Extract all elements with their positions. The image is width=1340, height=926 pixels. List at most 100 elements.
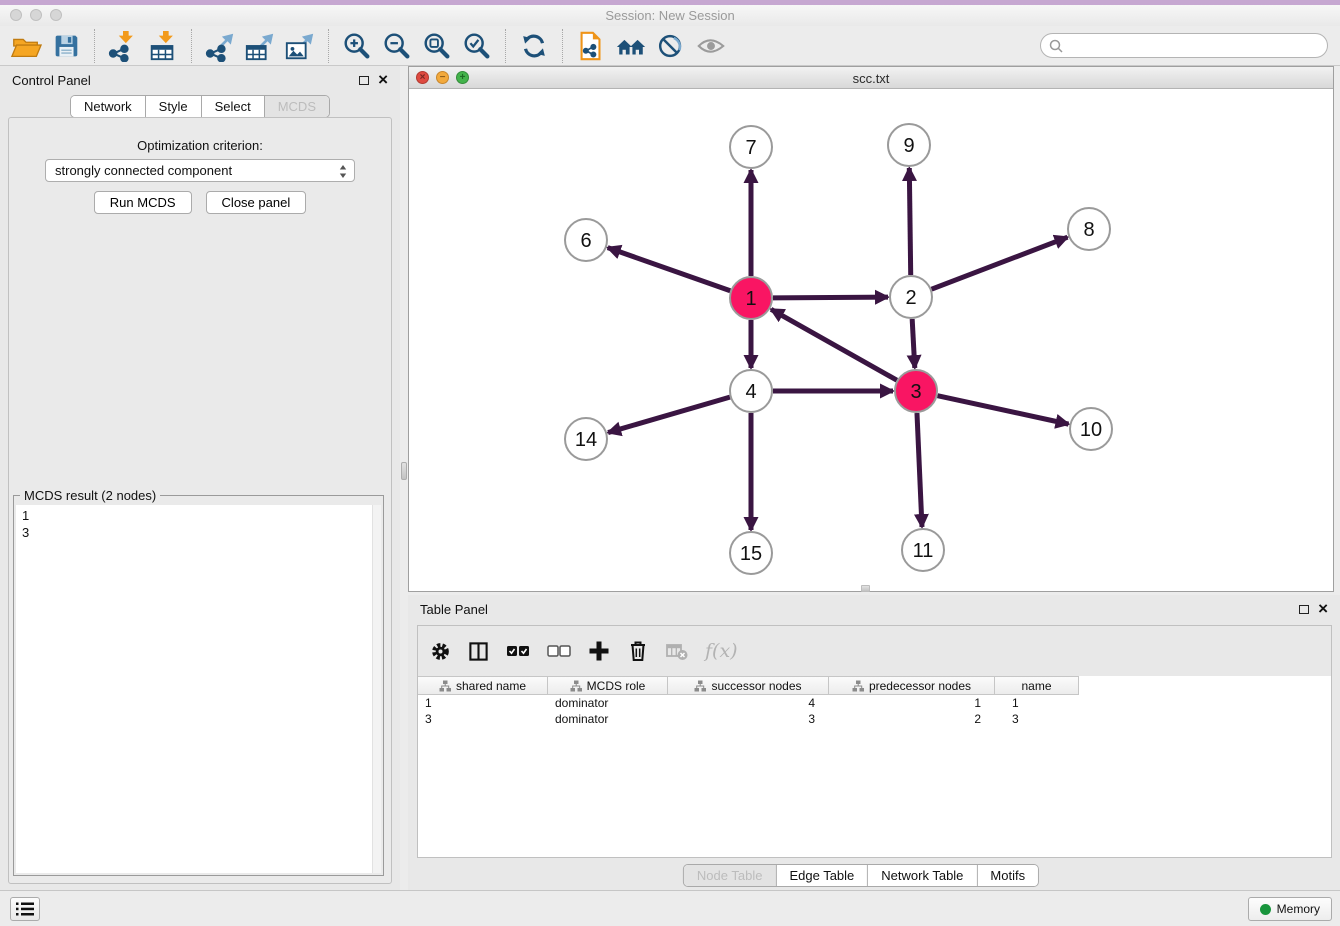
zoom-in-icon[interactable] <box>339 29 375 63</box>
delete-table-icon <box>666 641 688 661</box>
cell-name[interactable]: 1 <box>995 695 1079 711</box>
cell-shared-name[interactable]: 1 <box>418 695 548 711</box>
cell-predecessor-nodes[interactable]: 1 <box>829 695 995 711</box>
settings-gear-icon[interactable] <box>430 641 451 662</box>
list-icon <box>15 901 35 917</box>
tab-motifs[interactable]: Motifs <box>977 865 1038 886</box>
node-label-2: 2 <box>905 287 916 309</box>
delete-icon[interactable] <box>627 639 649 663</box>
edge-3-11[interactable] <box>917 413 922 527</box>
export-image-icon[interactable] <box>282 29 318 63</box>
close-table-panel-icon[interactable]: × <box>1318 603 1328 615</box>
hierarchy-icon <box>570 680 582 692</box>
column-layout-icon[interactable] <box>468 641 489 662</box>
optimization-criterion-label: Optimization criterion: <box>9 138 391 153</box>
edge-1-6[interactable] <box>608 248 731 291</box>
cell-successor-nodes[interactable]: 3 <box>668 711 829 727</box>
table-row: 1 dominator 4 1 1 <box>418 695 1079 711</box>
open-folder-icon[interactable] <box>8 29 44 63</box>
table-panel-title: Table Panel <box>420 602 488 617</box>
memory-button[interactable]: Memory <box>1248 897 1332 921</box>
node-label-9: 9 <box>903 135 914 157</box>
edge-3-10[interactable] <box>937 396 1068 424</box>
tab-edge-table[interactable]: Edge Table <box>776 865 868 886</box>
network-document-icon[interactable] <box>573 29 609 63</box>
save-icon[interactable] <box>48 29 84 63</box>
toolbar-separator <box>562 29 563 63</box>
edge-4-14[interactable] <box>608 397 730 432</box>
tab-node-table[interactable]: Node Table <box>684 865 777 886</box>
cell-mcds-role[interactable]: dominator <box>548 695 668 711</box>
task-history-button[interactable] <box>10 897 40 921</box>
network-window-titlebar[interactable]: × − + scc.txt <box>409 67 1333 89</box>
deselect-all-icon[interactable] <box>547 643 571 659</box>
select-stepper-icon <box>339 164 347 179</box>
function-builder-icon: f(x) <box>705 640 738 662</box>
edge-1-2[interactable] <box>773 297 888 298</box>
node-label-4: 4 <box>745 381 756 403</box>
zoom-fit-icon[interactable] <box>419 29 455 63</box>
cell-mcds-role[interactable]: dominator <box>548 711 668 727</box>
refresh-icon[interactable] <box>516 29 552 63</box>
column-header-mcds-role[interactable]: MCDS role <box>548 676 668 695</box>
mcds-tab-content: Optimization criterion: strongly connect… <box>8 117 392 884</box>
add-row-icon[interactable] <box>588 640 610 662</box>
toggle-details-icon[interactable] <box>653 29 689 63</box>
control-panel-tabs: Network Style Select MCDS <box>0 95 400 118</box>
export-network-icon[interactable] <box>202 29 238 63</box>
import-table-icon[interactable] <box>145 29 181 63</box>
zoom-selected-icon[interactable] <box>459 29 495 63</box>
home-icon[interactable] <box>613 29 649 63</box>
select-all-icon[interactable] <box>506 643 530 659</box>
tab-select[interactable]: Select <box>202 96 265 117</box>
node-label-8: 8 <box>1083 219 1094 241</box>
cell-name[interactable]: 3 <box>995 711 1079 727</box>
tab-mcds[interactable]: MCDS <box>265 96 329 117</box>
memory-status-dot <box>1260 904 1271 915</box>
float-table-panel-icon[interactable] <box>1299 605 1309 614</box>
table-panel-tabs: Node Table Edge Table Network Table Moti… <box>683 864 1039 887</box>
mcds-result-text[interactable]: 1 3 <box>16 505 381 873</box>
column-header-predecessor-nodes[interactable]: predecessor nodes <box>829 676 995 695</box>
search-box[interactable] <box>1040 33 1328 58</box>
float-panel-icon[interactable] <box>359 76 369 85</box>
edge-2-8[interactable] <box>932 237 1068 289</box>
tab-style[interactable]: Style <box>146 96 202 117</box>
edge-2-9[interactable] <box>909 168 910 275</box>
table-header-row: shared name MCDS role successor nodes pr… <box>418 676 1079 695</box>
mcds-result-group: MCDS result (2 nodes) 1 3 <box>13 495 384 876</box>
memory-label: Memory <box>1277 902 1320 916</box>
toolbar-separator <box>191 29 192 63</box>
mcds-result-title: MCDS result (2 nodes) <box>20 488 160 503</box>
tab-network-table[interactable]: Network Table <box>868 865 977 886</box>
search-input[interactable] <box>1068 38 1319 53</box>
zoom-out-icon[interactable] <box>379 29 415 63</box>
cell-successor-nodes[interactable]: 4 <box>668 695 829 711</box>
edge-2-3[interactable] <box>912 319 915 368</box>
optimization-select[interactable]: strongly connected component <box>45 159 355 182</box>
import-network-icon[interactable] <box>105 29 141 63</box>
horizontal-splitter-handle[interactable] <box>861 585 870 592</box>
vertical-splitter-handle[interactable] <box>401 462 407 480</box>
column-header-shared-name[interactable]: shared name <box>418 676 548 695</box>
cell-shared-name[interactable]: 3 <box>418 711 548 727</box>
toolbar-separator <box>328 29 329 63</box>
cell-predecessor-nodes[interactable]: 2 <box>829 711 995 727</box>
run-mcds-button[interactable]: Run MCDS <box>94 191 192 214</box>
node-label-15: 15 <box>740 543 762 565</box>
network-canvas[interactable]: 1234678910111415 <box>409 89 1333 592</box>
network-view-title: scc.txt <box>409 71 1333 86</box>
node-table: shared name MCDS role successor nodes pr… <box>418 676 1079 727</box>
tab-network[interactable]: Network <box>71 96 146 117</box>
column-header-successor-nodes[interactable]: successor nodes <box>668 676 829 695</box>
close-panel-icon[interactable]: × <box>378 74 388 86</box>
edge-3-1[interactable] <box>771 309 897 380</box>
node-label-7: 7 <box>745 137 756 159</box>
node-label-1: 1 <box>745 288 756 310</box>
eye-icon[interactable] <box>693 29 729 63</box>
control-panel: Control Panel × Network Style Select MCD… <box>0 66 400 890</box>
column-header-name[interactable]: name <box>995 676 1079 695</box>
close-panel-button[interactable]: Close panel <box>206 191 307 214</box>
mcds-result-scrollbar[interactable] <box>372 505 381 873</box>
export-table-icon[interactable] <box>242 29 278 63</box>
